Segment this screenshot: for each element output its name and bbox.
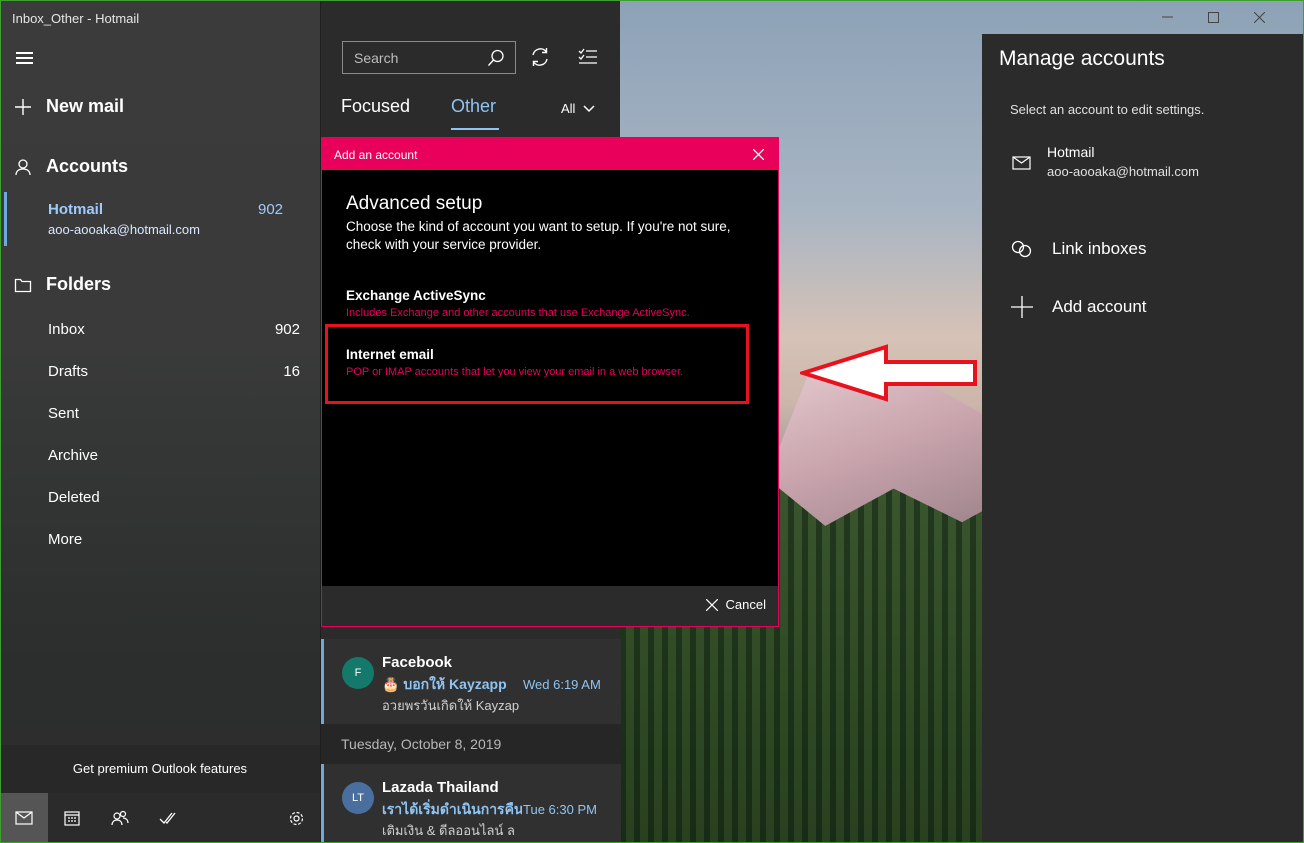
avatar: LT xyxy=(342,782,374,814)
people-button[interactable] xyxy=(96,793,144,843)
add-account-label: Add account xyxy=(1052,297,1147,316)
gear-icon xyxy=(289,811,303,825)
link-inboxes-button[interactable]: Link inboxes xyxy=(1010,239,1147,259)
message-sender: Lazada Thailand xyxy=(382,779,499,796)
plus-icon xyxy=(1011,296,1033,318)
minimize-button[interactable] xyxy=(1144,0,1190,34)
message-subject: 🎂 บอกให้ Kayzapp xyxy=(382,676,507,692)
dialog-footer: Cancel xyxy=(322,586,778,626)
message-sender: Facebook xyxy=(382,654,453,671)
close-icon xyxy=(705,598,718,611)
manage-accounts-pane: Manage accounts Select an account to edi… xyxy=(982,34,1304,843)
message-time: Tue 6:30 PM xyxy=(523,802,597,817)
tab-other[interactable]: Other xyxy=(451,96,496,117)
filter-dropdown[interactable]: All xyxy=(561,101,595,116)
hamburger-menu-icon[interactable] xyxy=(16,52,33,64)
select-mode-icon[interactable] xyxy=(577,46,599,68)
folder-item-more[interactable]: More xyxy=(48,531,82,548)
todo-button[interactable] xyxy=(144,793,192,843)
window-title: Inbox_Other - Hotmail xyxy=(12,11,140,26)
option-exchange-activesync[interactable]: Exchange ActiveSync Includes Exchange an… xyxy=(346,288,746,319)
date-header: Tuesday, October 8, 2019 xyxy=(321,724,621,764)
mail-button[interactable] xyxy=(0,793,48,843)
calendar-icon xyxy=(64,811,80,826)
maximize-button[interactable] xyxy=(1190,0,1236,34)
add-account-button[interactable]: Add account xyxy=(1010,296,1147,318)
folder-label: Inbox xyxy=(48,321,85,338)
dialog-title: Advanced setup xyxy=(346,193,483,214)
search-input[interactable] xyxy=(343,42,483,73)
folders-label: Folders xyxy=(46,274,112,294)
chevron-down-icon xyxy=(583,104,595,112)
link-inboxes-label: Link inboxes xyxy=(1052,239,1147,258)
new-mail-button[interactable]: New mail xyxy=(14,96,124,117)
folder-label: Drafts xyxy=(48,363,89,380)
folder-count: 16 xyxy=(283,363,300,380)
folder-icon xyxy=(14,278,32,292)
manage-accounts-subtitle: Select an account to edit settings. xyxy=(1010,102,1205,117)
calendar-button[interactable] xyxy=(48,793,96,843)
message-preview: เติมเงิน & ดีลออนไลน์ ล xyxy=(382,823,515,838)
manage-account-email: aoo-aooaka@hotmail.com xyxy=(1047,164,1199,179)
dialog-header-title: Add an account xyxy=(334,148,418,162)
close-icon xyxy=(1253,11,1265,23)
folder-count: 902 xyxy=(274,321,300,338)
manage-accounts-title: Manage accounts xyxy=(999,47,1165,70)
folder-item-deleted[interactable]: Deleted xyxy=(48,489,100,506)
message-item[interactable]: LT Lazada Thailand เราได้เริ่มดำเนินการค… xyxy=(321,764,621,843)
search-icon[interactable] xyxy=(487,49,505,67)
search-box xyxy=(342,41,516,74)
new-mail-label: New mail xyxy=(46,96,125,116)
avatar: F xyxy=(342,657,374,689)
message-item[interactable]: F Facebook 🎂 บอกให้ Kayzapp Wed 6:19 AM … xyxy=(321,639,621,725)
person-icon xyxy=(15,158,31,175)
manage-account-name: Hotmail xyxy=(1047,144,1095,160)
accounts-label: Accounts xyxy=(46,156,129,176)
accounts-header[interactable]: Accounts xyxy=(14,156,128,177)
filter-label: All xyxy=(561,101,576,116)
plus-icon xyxy=(15,98,31,115)
bottom-toolbar xyxy=(0,793,320,843)
folders-header[interactable]: Folders xyxy=(14,274,111,295)
cancel-label: Cancel xyxy=(725,597,766,612)
message-preview: อวยพรวันเกิดให้ Kayzap xyxy=(382,698,520,713)
sync-icon[interactable] xyxy=(529,46,551,68)
tab-focused[interactable]: Focused xyxy=(341,96,410,117)
highlight-box xyxy=(325,324,749,404)
option-title: Exchange ActiveSync xyxy=(346,288,486,303)
dialog-close-button[interactable] xyxy=(748,144,768,164)
account-hotmail[interactable]: Hotmail aoo-aooaka@hotmail.com 902 xyxy=(0,192,320,246)
maximize-icon xyxy=(1207,11,1219,23)
window-controls xyxy=(1144,0,1304,34)
tab-selected-underline xyxy=(451,128,499,130)
close-button[interactable] xyxy=(1236,0,1282,34)
mail-icon xyxy=(1012,156,1031,170)
message-time: Wed 6:19 AM xyxy=(523,677,601,692)
mail-icon xyxy=(15,811,33,825)
account-email: aoo-aooaka@hotmail.com xyxy=(48,222,200,237)
premium-features-link[interactable]: Get premium Outlook features xyxy=(0,745,320,793)
folder-item-archive[interactable]: Archive xyxy=(48,447,98,464)
account-name: Hotmail xyxy=(48,201,104,218)
navigation-pane: Inbox_Other - Hotmail New mail Accounts … xyxy=(0,0,320,843)
selected-indicator xyxy=(4,192,7,246)
manage-account-hotmail[interactable]: Hotmail aoo-aooaka@hotmail.com xyxy=(1010,144,1270,188)
left-arrow-annotation xyxy=(800,344,977,402)
double-check-icon xyxy=(159,812,176,824)
account-unread-count: 902 xyxy=(258,201,284,218)
minimize-icon xyxy=(1161,16,1173,18)
dialog-header: Add an account xyxy=(322,138,778,170)
cancel-button[interactable]: Cancel xyxy=(705,597,766,612)
option-description: Includes Exchange and other accounts tha… xyxy=(346,307,690,319)
settings-button[interactable] xyxy=(272,793,320,843)
close-icon xyxy=(752,148,764,160)
people-icon xyxy=(111,810,129,826)
message-subject: เราได้เริ่มดำเนินการคืน xyxy=(382,801,522,817)
folder-item-sent[interactable]: Sent xyxy=(48,405,79,422)
link-icon xyxy=(1011,240,1032,258)
dialog-description: Choose the kind of account you want to s… xyxy=(346,219,731,252)
